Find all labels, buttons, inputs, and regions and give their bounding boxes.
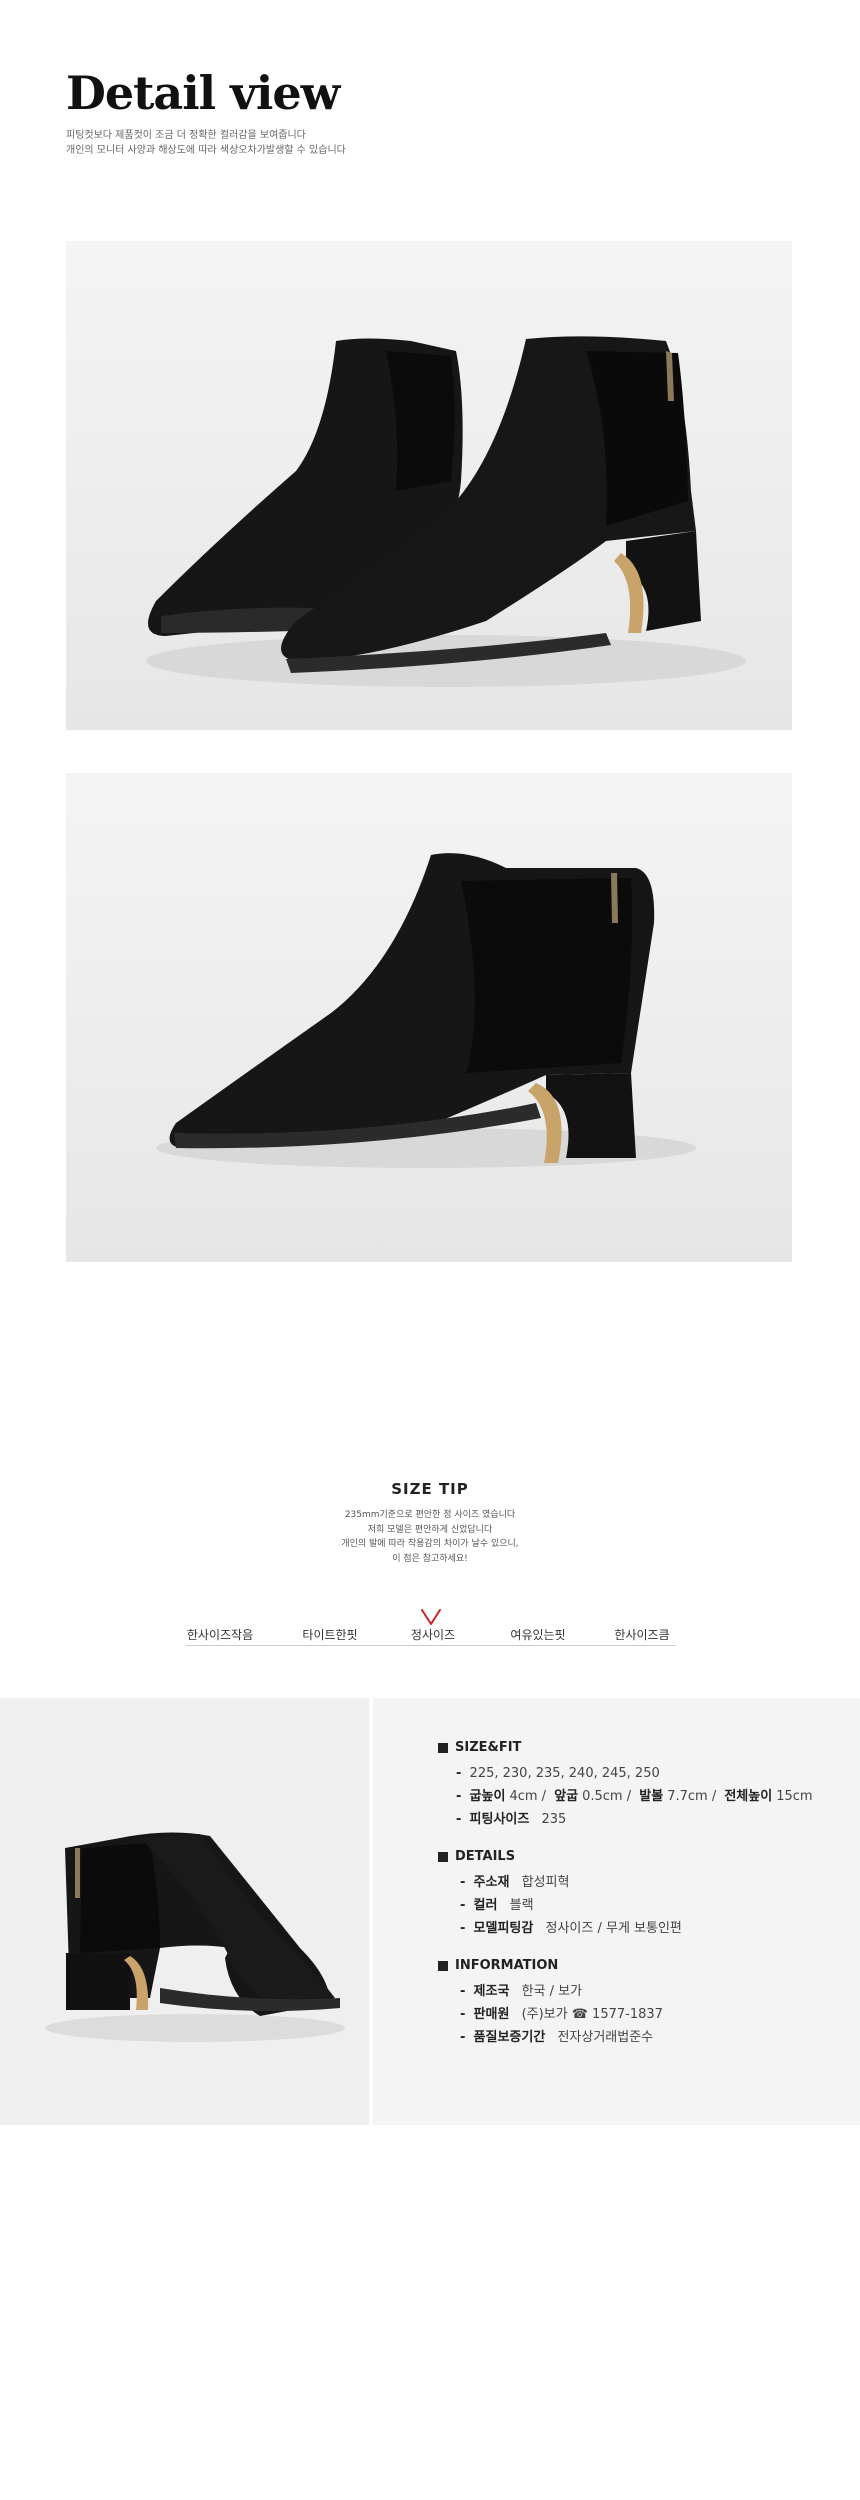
dash-icon: -	[460, 1875, 466, 1890]
product-info-panel: SIZE&FIT - 225, 230, 235, 240, 245, 250 …	[0, 1698, 860, 2125]
subtitle: 피팅컷보다 제품컷이 조금 더 정확한 컬러감을 보여줍니다 개인의 모니터 사…	[66, 128, 766, 158]
seller-label: 판매원	[473, 2007, 510, 2022]
bullet-square-icon	[438, 1851, 448, 1862]
dash-icon: -	[460, 1898, 466, 1913]
bullet-square-icon	[438, 1742, 448, 1753]
dash-icon: -	[460, 2007, 466, 2022]
color-row: - 컬러 블랙	[438, 1894, 838, 1917]
foot-width-label: 발볼	[639, 1789, 664, 1804]
product-thumbnail	[0, 1698, 369, 2125]
dash-icon: -	[460, 1921, 466, 1936]
dash-icon: -	[460, 1984, 466, 1999]
size-option-tight-fit[interactable]: 타이트한핏	[302, 1626, 357, 1643]
information-heading-label: INFORMATION	[455, 1958, 559, 1973]
details-heading: DETAILS	[438, 1849, 838, 1864]
size-fit-section: SIZE&FIT - 225, 230, 235, 240, 245, 250 …	[438, 1740, 838, 1831]
model-fit-value: 정사이즈 / 무게 보통인편	[545, 1921, 682, 1936]
boots-pair-image	[146, 336, 746, 687]
material-label: 주소재	[473, 1875, 510, 1890]
front-heel-value: 0.5cm	[582, 1789, 623, 1804]
dash-icon: -	[456, 1789, 462, 1804]
heel-value: 4cm	[509, 1789, 538, 1804]
seller-value: (주)보가 ☎ 1577-1837	[521, 2007, 663, 2022]
warranty-row: - 품질보증기간 전자상거래법준수	[438, 2026, 838, 2049]
size-option-one-size-small[interactable]: 한사이즈작음	[187, 1626, 253, 1643]
subtitle-line: 피팅컷보다 제품컷이 조금 더 정확한 컬러감을 보여줍니다	[66, 130, 306, 141]
color-label: 컬러	[473, 1898, 498, 1913]
size-tip-text: 235mm기준으로 편안한 정 사이즈 였습니다 저희 모델은 편안하게 신었답…	[0, 1508, 860, 1566]
sizes-row: - 225, 230, 235, 240, 245, 250	[438, 1762, 838, 1785]
fitting-size-label: 피팅사이즈	[469, 1812, 530, 1827]
page-title: Detail view	[66, 66, 340, 120]
details-section: DETAILS - 주소재 합성피혁 - 컬러 블랙 - 모델피팅감 정사이즈 …	[438, 1849, 838, 1940]
size-tip-line: 개인의 발에 따라 착용감의 차이가 날수 있으니,	[341, 1539, 519, 1549]
size-fit-heading-label: SIZE&FIT	[455, 1740, 522, 1755]
fitting-size-row: - 피팅사이즈 235	[438, 1808, 838, 1831]
warranty-label: 품질보증기간	[473, 2030, 546, 2045]
fitting-size-value: 235	[541, 1812, 567, 1827]
origin-row: - 제조국 한국 / 보가	[438, 1980, 838, 2003]
boot-side-image	[156, 853, 696, 1168]
model-fit-row: - 모델피팅감 정사이즈 / 무게 보통인편	[438, 1917, 838, 1940]
warranty-value: 전자상거래법준수	[557, 2030, 654, 2045]
detail-header: Detail view 피팅컷보다 제품컷이 조금 더 정확한 컬러감을 보여줍…	[66, 70, 766, 158]
info-text: SIZE&FIT - 225, 230, 235, 240, 245, 250 …	[438, 1740, 838, 2067]
seller-row: - 판매원 (주)보가 ☎ 1577-1837	[438, 2003, 838, 2026]
boots-back-image	[45, 1832, 345, 2042]
color-value: 블랙	[509, 1898, 534, 1913]
bullet-square-icon	[438, 1960, 448, 1971]
foot-width-value: 7.7cm	[667, 1789, 708, 1804]
front-heel-label: 앞굽	[554, 1789, 579, 1804]
size-fit-heading: SIZE&FIT	[438, 1740, 838, 1755]
details-heading-label: DETAILS	[455, 1849, 516, 1864]
material-value: 합성피혁	[521, 1875, 570, 1890]
size-scale-line	[186, 1645, 676, 1646]
origin-value: 한국 / 보가	[521, 1984, 583, 1999]
subtitle-line: 개인의 모니터 사양과 해상도에 따라 색상오차가발생할 수 있습니다	[66, 145, 346, 156]
size-tip: SIZE TIP 235mm기준으로 편안한 정 사이즈 였습니다 저희 모델은…	[0, 1480, 860, 1566]
information-section: INFORMATION - 제조국 한국 / 보가 - 판매원 (주)보가 ☎ …	[438, 1958, 838, 2049]
selected-size-check-icon	[421, 1609, 441, 1625]
info-divider	[369, 1698, 373, 2125]
total-height-value: 15cm	[776, 1789, 813, 1804]
size-option-true-to-size[interactable]: 정사이즈	[411, 1626, 455, 1643]
dash-icon: -	[456, 1766, 462, 1781]
material-row: - 주소재 합성피혁	[438, 1871, 838, 1894]
dash-icon: -	[460, 2030, 466, 2045]
model-fit-label: 모델피팅감	[473, 1921, 534, 1936]
measurements-row: - 굽높이 4cm / 앞굽 0.5cm / 발볼 7.7cm / 전체높이 15cm	[456, 1789, 813, 1804]
information-heading: INFORMATION	[438, 1958, 838, 1973]
size-scale: 한사이즈작음 타이트한핏 정사이즈 여유있는핏 한사이즈큼	[186, 1609, 676, 1646]
size-option-relaxed-fit[interactable]: 여유있는핏	[510, 1626, 565, 1643]
size-tip-line: 235mm기준으로 편안한 정 사이즈 였습니다	[344, 1510, 516, 1520]
size-tip-line: 이 점은 참고하세요!	[392, 1553, 468, 1564]
size-tip-title: SIZE TIP	[391, 1480, 469, 1498]
size-tip-line: 저희 모델은 편안하게 신었답니다	[367, 1524, 493, 1535]
heel-label: 굽높이	[469, 1789, 506, 1804]
product-photo-pair	[66, 241, 792, 730]
product-photo-side	[66, 773, 792, 1262]
sizes-value: 225, 230, 235, 240, 245, 250	[469, 1766, 660, 1781]
dash-icon: -	[456, 1812, 462, 1827]
size-option-one-size-large[interactable]: 한사이즈큼	[614, 1626, 669, 1643]
total-height-label: 전체높이	[724, 1789, 773, 1804]
origin-label: 제조국	[473, 1984, 510, 1999]
